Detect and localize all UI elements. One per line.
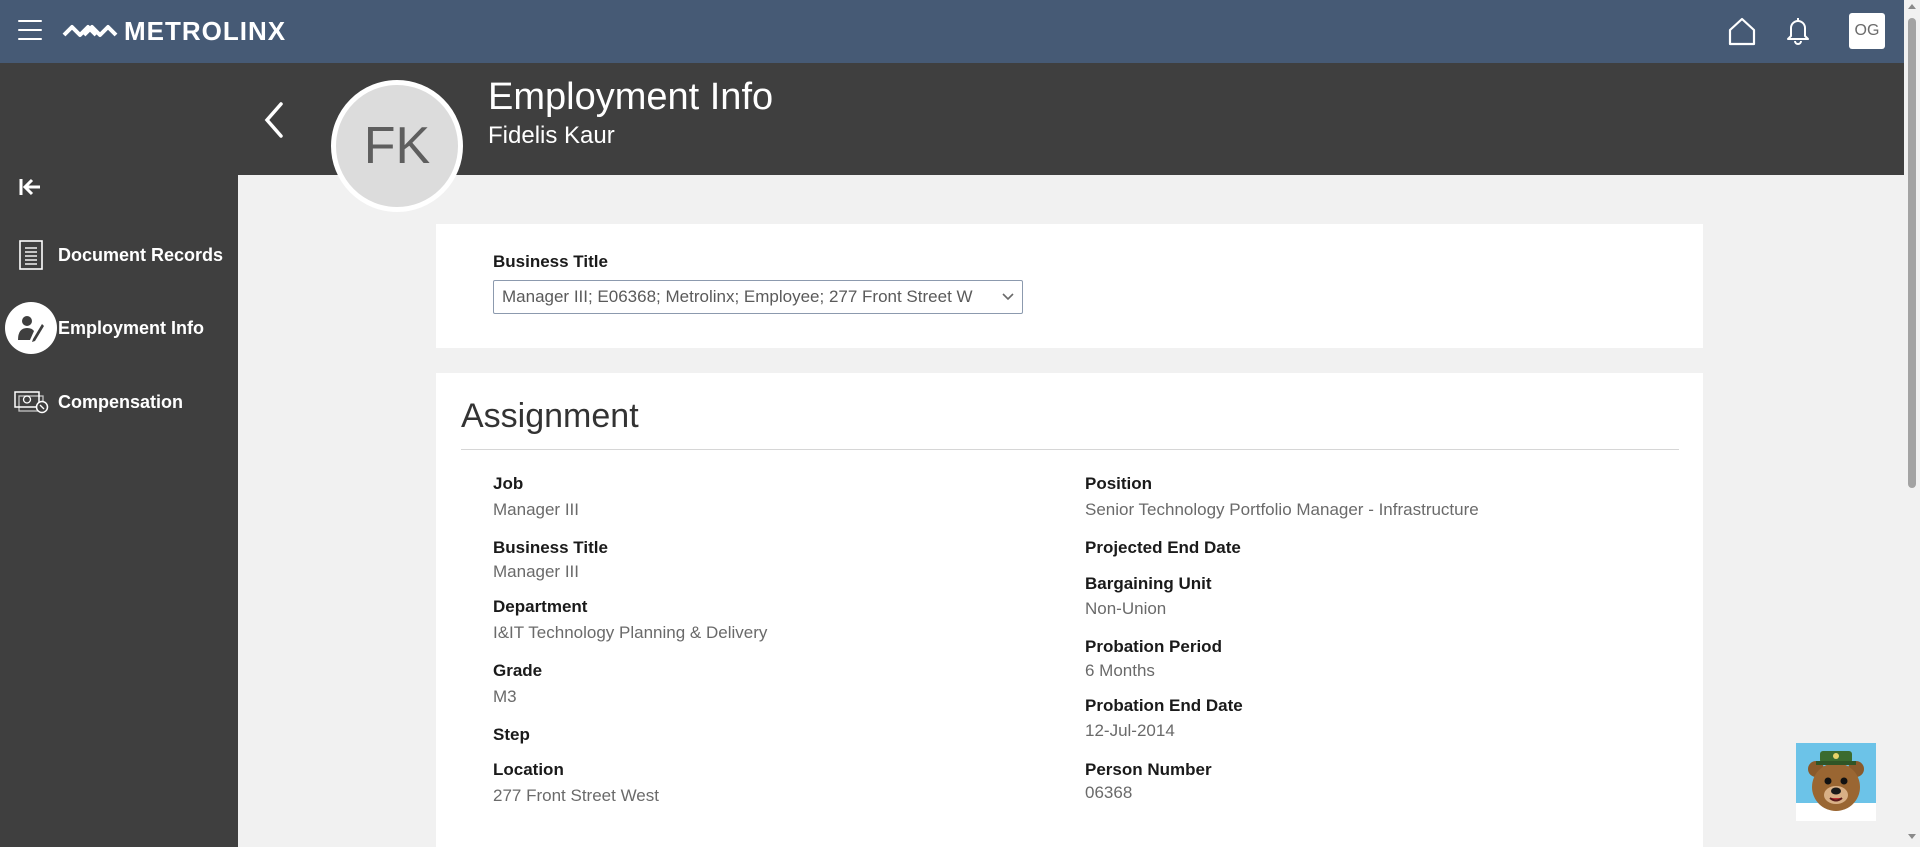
document-icon <box>4 230 58 280</box>
chevron-down-icon <box>1002 293 1014 301</box>
sidebar-item-label: Compensation <box>58 391 184 412</box>
grade-value: M3 <box>493 687 517 706</box>
bell-icon[interactable] <box>1784 16 1812 46</box>
business-title-field-value: Manager III <box>493 562 579 581</box>
job-value: Manager III <box>493 500 579 519</box>
probation-period-value: 6 Months <box>1085 661 1155 680</box>
compensation-icon <box>4 377 58 427</box>
location-label: Location <box>493 760 564 779</box>
scroll-thumb[interactable] <box>1908 18 1916 488</box>
business-title-field-label: Business Title <box>493 538 608 557</box>
employment-info-icon <box>5 302 57 354</box>
section-divider <box>461 449 1679 450</box>
location-value: 277 Front Street West <box>493 786 659 805</box>
person-number-label: Person Number <box>1085 760 1212 779</box>
business-title-selected-value: Manager III; E06368; Metrolinx; Employee… <box>502 287 973 306</box>
sidebar-item-label: Document Records <box>58 244 224 265</box>
projected-end-date-label: Projected End Date <box>1085 538 1241 557</box>
page-title: Employment Info <box>488 76 774 118</box>
sidebar-item-employment-info[interactable]: Employment Info <box>0 302 238 354</box>
employee-name: Fidelis Kaur <box>488 122 615 149</box>
sidebar-item-document-records[interactable]: Document Records <box>0 230 238 280</box>
sidebar-item-compensation[interactable]: Compensation <box>0 377 238 427</box>
position-value: Senior Technology Portfolio Manager - In… <box>1085 500 1479 519</box>
home-icon[interactable] <box>1727 16 1757 46</box>
scroll-up-arrow-icon[interactable] <box>1908 4 1916 9</box>
bargaining-unit-value: Non-Union <box>1085 599 1167 618</box>
back-chevron-icon[interactable] <box>262 100 286 140</box>
business-title-select[interactable]: Manager III; E06368; Metrolinx; Employee… <box>493 280 1023 314</box>
bear-mascot-icon <box>1796 751 1876 821</box>
probation-end-date-label: Probation End Date <box>1085 696 1243 715</box>
grade-label: Grade <box>493 661 543 680</box>
position-label: Position <box>1085 474 1153 493</box>
business-title-label: Business Title <box>493 252 608 271</box>
probation-end-date-value: 12-Jul-2014 <box>1085 721 1175 740</box>
step-label: Step <box>493 725 530 744</box>
person-number-value: 06368 <box>1085 783 1133 802</box>
hamburger-menu-icon[interactable] <box>18 20 42 40</box>
page-scrollbar[interactable] <box>1904 0 1920 847</box>
logo-text: METROLINX <box>124 15 287 46</box>
metrolinx-logo[interactable]: METROLINX <box>62 14 286 48</box>
chatbot-launcher[interactable] <box>1796 743 1876 821</box>
job-label: Job <box>493 474 524 493</box>
nav-icon-wrapper <box>4 302 58 354</box>
department-label: Department <box>493 597 588 616</box>
top-bar: METROLINX OG <box>0 0 1904 63</box>
department-value: I&IT Technology Planning & Delivery <box>493 623 768 642</box>
collapse-sidebar-icon[interactable] <box>18 176 44 198</box>
assignment-card <box>436 373 1703 847</box>
scroll-down-arrow-icon[interactable] <box>1908 834 1916 839</box>
sidebar-item-label: Employment Info <box>58 317 205 338</box>
assignment-title: Assignment <box>461 397 639 435</box>
metrolinx-logo-icon <box>62 25 118 37</box>
profile-avatar: FK <box>331 80 463 212</box>
probation-period-label: Probation Period <box>1085 637 1222 656</box>
bargaining-unit-label: Bargaining Unit <box>1085 574 1212 593</box>
sidebar: Document Records Employment Info Compens… <box>0 63 238 847</box>
user-avatar[interactable]: OG <box>1849 13 1885 49</box>
